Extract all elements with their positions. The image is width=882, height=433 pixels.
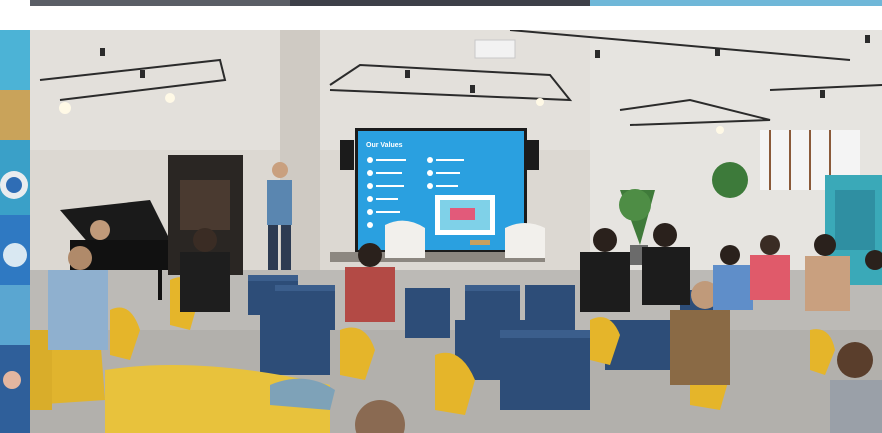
event-room-photo: Our Values [30, 30, 882, 433]
left-image-edge [0, 30, 30, 433]
screen-title: Our Values [366, 142, 403, 149]
top-image-edge [30, 0, 882, 6]
photo-frame: Our Values [0, 0, 882, 433]
